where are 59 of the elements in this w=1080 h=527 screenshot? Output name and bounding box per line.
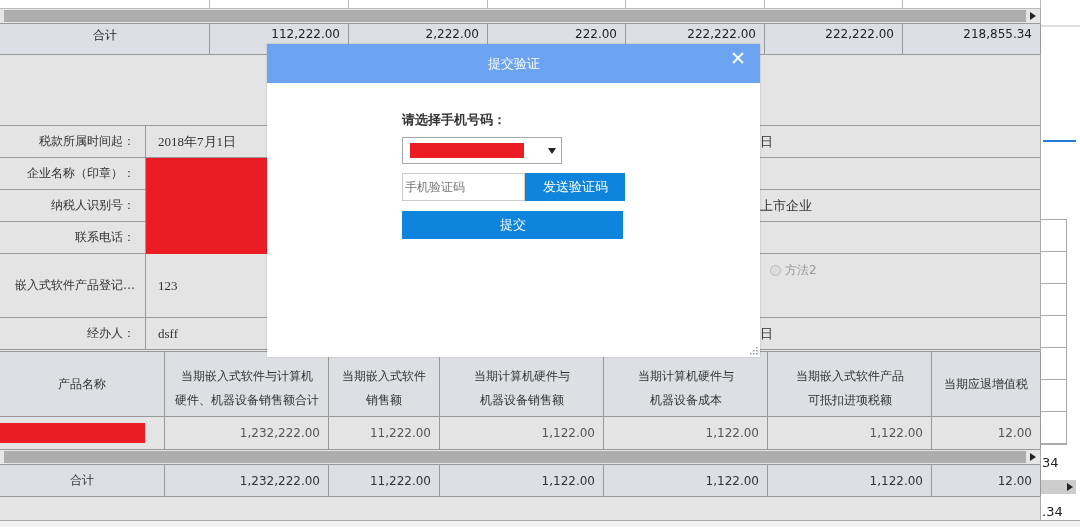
column-header: 销售额 (366, 392, 402, 408)
total-value: 11,222.00 (369, 473, 431, 488)
field-label: 企业名称（印章）： (27, 165, 135, 182)
scroll-right-icon[interactable] (1067, 483, 1073, 491)
table-cell: 11,222.00 (369, 426, 431, 440)
column-header: 当期计算机硬件与 (473, 368, 570, 384)
close-icon[interactable] (732, 52, 744, 64)
code-input[interactable]: 手机验证码 (402, 173, 525, 201)
field-label: 经办人： (87, 325, 135, 342)
total-value: 12.00 (997, 473, 1032, 488)
phone-select[interactable] (402, 137, 562, 164)
field-value: dsff (158, 325, 178, 342)
field-value: 日 (760, 324, 773, 343)
total-value: 112,222.00 (271, 27, 340, 41)
column-header: 产品名称 (58, 376, 106, 392)
bottom-scrollbar[interactable] (0, 520, 1080, 527)
total-value: 1,122.00 (869, 473, 923, 488)
total-value: 2,222.00 (425, 27, 479, 41)
total-value: 1,122.00 (541, 473, 595, 488)
phone-label: 请选择手机号码： (402, 111, 506, 129)
field-value: 上市企业 (760, 197, 812, 215)
column-header: 当期嵌入式软件产品 (795, 368, 904, 384)
total-value: 1,122.00 (705, 473, 759, 488)
dialog-title: 提交验证 (487, 54, 540, 73)
scroll-right-icon[interactable] (1030, 453, 1036, 461)
caret-icon (548, 148, 556, 154)
total-value: 222,222.00 (825, 27, 894, 41)
table-cell: 12.00 (997, 426, 1032, 440)
column-header: 硬件、机器设备销售额合计 (174, 392, 319, 408)
field-label: 联系电话： (75, 229, 135, 246)
field-value: 123 (158, 277, 178, 294)
column-header: 可抵扣进项税额 (807, 392, 892, 408)
resize-grip-icon[interactable] (750, 347, 758, 355)
table-cell: 1,122.00 (541, 426, 595, 440)
field-label: 税款所属时间起： (39, 133, 135, 150)
total-value: 218,855.34 (963, 27, 1032, 41)
column-header: 机器设备销售额 (479, 392, 564, 408)
scroll-right-icon[interactable] (1030, 12, 1036, 20)
field-label: 纳税人识别号： (51, 197, 135, 214)
cut-off-value: 34 (1042, 455, 1059, 470)
field-value: 日 (760, 132, 773, 151)
send-code-button[interactable]: 发送验证码 (525, 173, 625, 201)
field-label: 嵌入式软件产品登记… (15, 277, 135, 294)
column-header: 机器设备成本 (649, 392, 722, 408)
table-cell: 1,122.00 (705, 426, 759, 440)
table-cell: 1,122.00 (869, 426, 923, 440)
field-value: 2018年7月1日 (158, 132, 236, 151)
total-value: 222.00 (575, 27, 617, 41)
table-cell: 1,232,222.00 (239, 426, 320, 440)
column-header: 当期嵌入式软件 (342, 368, 426, 384)
column-header: 当期计算机硬件与 (637, 368, 734, 384)
total-label: 合计 (92, 27, 117, 44)
cut-off-value: .34 (1042, 504, 1063, 519)
total-value: 222,222.00 (687, 27, 756, 41)
column-header: 当期嵌入式软件与计算机 (180, 368, 313, 384)
submit-button[interactable]: 提交 (402, 211, 623, 239)
total-value: 1,232,222.00 (239, 473, 320, 488)
column-header: 当期应退增值税 (944, 376, 1028, 392)
total-label: 合计 (70, 472, 94, 489)
